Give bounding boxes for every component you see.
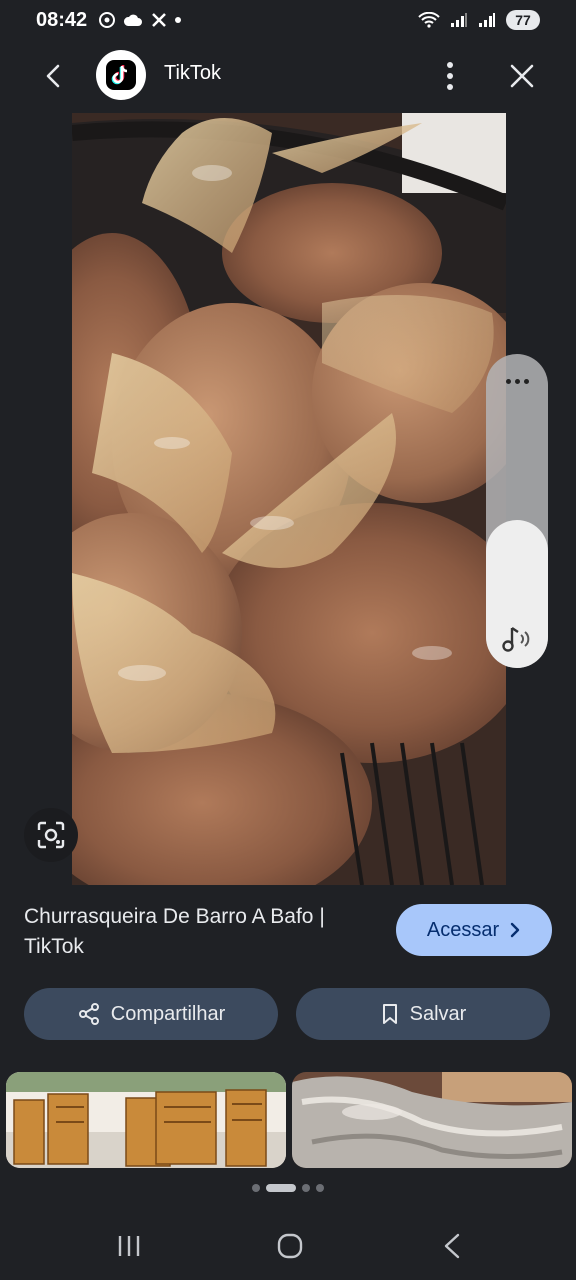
signal-icon-2: [479, 13, 495, 27]
cloud-icon: [124, 14, 143, 26]
roasted-meat-image: [72, 113, 506, 885]
share-icon: [78, 1003, 99, 1025]
header-title: TikTok: [164, 62, 222, 84]
carousel-dot: [316, 1184, 324, 1192]
x-logo-icon: [152, 13, 167, 27]
bookmark-icon: [382, 1004, 397, 1024]
related-image-thumbnail[interactable]: [292, 1072, 572, 1168]
carousel-dot: [252, 1184, 260, 1192]
notification-icons: [99, 12, 182, 28]
close-icon: [510, 64, 534, 88]
carousel-dot: [266, 1184, 296, 1192]
visit-label: Acessar: [426, 918, 500, 941]
chevron-right-icon: [510, 922, 520, 938]
system-icons: 77: [418, 10, 540, 30]
dot-icon: [175, 17, 182, 23]
foil-wrapped-image: [292, 1072, 572, 1168]
arrow-left-icon: [46, 64, 60, 88]
tiktok-logo: [96, 50, 146, 100]
system-nav-bar: [0, 1210, 576, 1280]
signal-icon: [451, 13, 467, 27]
chevron-left-icon: [444, 1233, 460, 1259]
header: TikTok: [0, 40, 576, 112]
volume-slider[interactable]: [486, 354, 548, 668]
recents-icon: [118, 1236, 140, 1256]
close-button[interactable]: [506, 60, 538, 92]
lens-button[interactable]: [24, 808, 78, 862]
result-title[interactable]: Churrasqueira De Barro A Bafo | TikTok: [24, 902, 374, 962]
chrome-icon: [99, 12, 116, 28]
home-button[interactable]: [276, 1232, 304, 1260]
carousel-indicator: [0, 1184, 576, 1192]
visit-button[interactable]: Acessar: [396, 904, 552, 956]
status-bar: 08:42 77: [0, 0, 576, 40]
tiktok-icon: [106, 60, 136, 90]
status-time: 08:42: [36, 8, 88, 31]
result-image[interactable]: [72, 113, 506, 885]
more-vert-icon: [447, 62, 453, 90]
recents-button[interactable]: [116, 1234, 142, 1258]
volume-more-options[interactable]: [486, 368, 548, 394]
carousel-dot: [302, 1184, 310, 1192]
save-button[interactable]: Salvar: [296, 988, 550, 1040]
wifi-icon: [418, 12, 440, 28]
system-back-button[interactable]: [440, 1232, 464, 1260]
more-options-button[interactable]: [434, 58, 466, 94]
google-lens-icon: [37, 821, 65, 849]
related-image-thumbnail[interactable]: [6, 1072, 286, 1168]
back-button[interactable]: [38, 60, 70, 92]
home-icon: [277, 1233, 303, 1259]
music-note-icon: [502, 627, 530, 652]
save-label: Salvar: [409, 1002, 467, 1025]
share-label: Compartilhar: [110, 1002, 226, 1025]
share-button[interactable]: Compartilhar: [24, 988, 278, 1040]
wooden-chairs-image: [6, 1072, 286, 1168]
battery-indicator: 77: [506, 10, 540, 30]
